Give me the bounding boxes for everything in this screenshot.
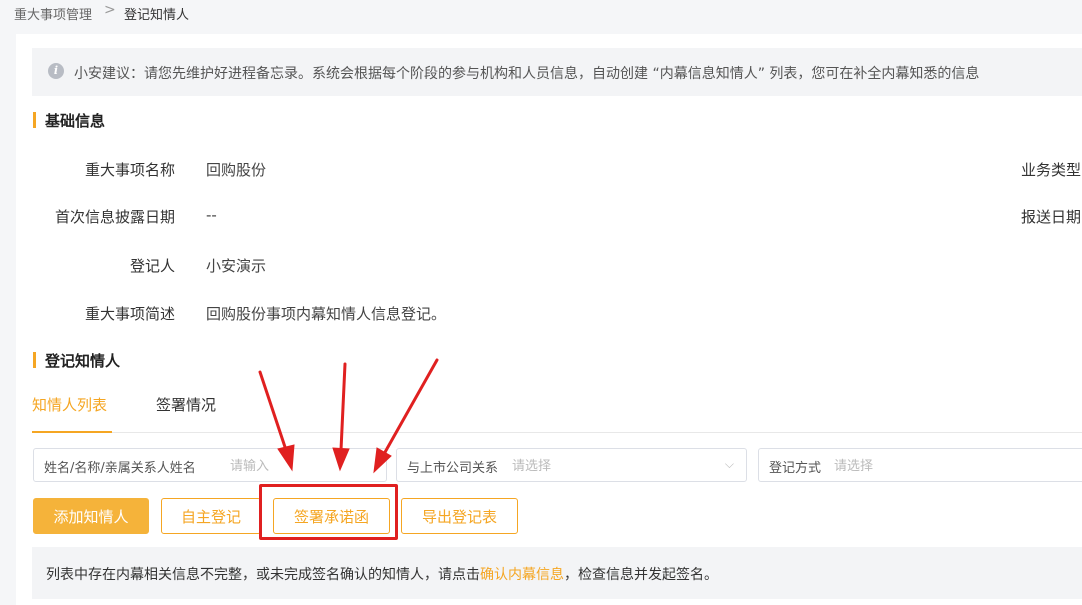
filter-relationship[interactable]: 与上市公司关系 ⌵	[396, 448, 747, 482]
tab-active-indicator	[32, 431, 112, 433]
tip-text: 小安建议：请您先维护好进程备忘录。系统会根据每个阶段的参与机构和人员信息，自动创…	[74, 66, 980, 82]
sign-commitment-letter-button[interactable]: 签署承诺函	[273, 498, 390, 534]
value-event-summary: 回购股份事项内幕知情人信息登记。	[206, 305, 447, 323]
self-register-button[interactable]: 自主登记	[161, 498, 261, 534]
chevron-down-icon: ⌵	[724, 457, 734, 471]
breadcrumb: 重大事项管理 > 登记知情人	[0, 0, 1082, 26]
breadcrumb-parent[interactable]: 重大事项管理	[14, 4, 92, 23]
info-icon: i	[48, 63, 64, 79]
breadcrumb-separator-icon: >	[104, 2, 116, 18]
export-register-button[interactable]: 导出登记表	[401, 498, 518, 534]
filter-register-method-label: 登记方式	[769, 461, 822, 476]
breadcrumb-current: 登记知情人	[124, 8, 190, 23]
label-registrant: 登记人	[129, 257, 175, 275]
filter-name: 姓名/名称/亲属关系人姓名	[33, 448, 387, 482]
label-first-disclosure-date: 首次信息披露日期	[54, 208, 175, 226]
confirm-insider-info-link[interactable]: 确认内幕信息	[480, 567, 564, 583]
tab-sign-status[interactable]: 签署情况	[156, 394, 216, 415]
section-marker	[33, 352, 36, 368]
add-insider-button[interactable]: 添加知情人	[33, 498, 149, 534]
incomplete-info-notice: 列表中存在内幕相关信息不完整，或未完成签名确认的知情人，请点击确认内幕信息，检查…	[32, 547, 1082, 599]
relationship-select[interactable]	[510, 455, 714, 477]
register-method-select[interactable]	[832, 455, 1036, 477]
label-event-name: 重大事项名称	[84, 161, 175, 179]
label-submit-date: 报送日期	[1021, 208, 1082, 226]
filter-name-label: 姓名/名称/亲属关系人姓名	[44, 461, 196, 476]
filter-register-method[interactable]: 登记方式	[758, 448, 1082, 482]
section-title-text: 登记知情人	[45, 352, 121, 370]
value-event-name: 回购股份	[206, 161, 267, 179]
label-business-type: 业务类型	[1021, 161, 1082, 179]
notice-text: 列表中存在内幕相关信息不完整，或未完成签名确认的知情人，请点击确认内幕信息，检查…	[46, 564, 718, 584]
tab-bar: 知情人列表 签署情况	[32, 388, 1082, 433]
section-title-text: 基础信息	[45, 112, 106, 130]
notice-text-before: 列表中存在内幕相关信息不完整，或未完成签名确认的知情人，请点击	[46, 567, 480, 583]
section-marker	[33, 112, 36, 128]
tip-banner: i 小安建议：请您先维护好进程备忘录。系统会根据每个阶段的参与机构和人员信息，自…	[32, 48, 1082, 96]
filter-relationship-label: 与上市公司关系	[407, 461, 499, 476]
value-first-disclosure-date: --	[206, 206, 217, 224]
notice-text-after: ，检查信息并发起签名。	[564, 567, 718, 583]
label-event-summary: 重大事项简述	[84, 305, 175, 323]
tab-insider-list[interactable]: 知情人列表	[32, 394, 107, 415]
name-search-input[interactable]	[228, 455, 382, 477]
value-registrant: 小安演示	[206, 257, 267, 275]
